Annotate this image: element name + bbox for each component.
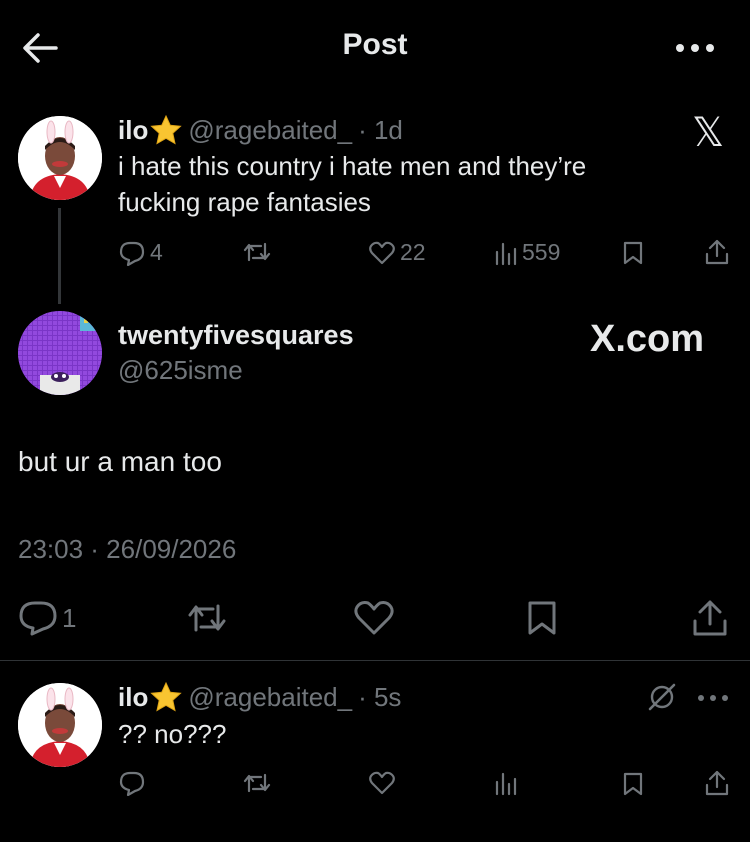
parent-tweet-header: ilo @ragebaited_ · 1d (118, 113, 403, 147)
bookmark-icon (528, 601, 556, 635)
main-tweet-text: but ur a man too (18, 446, 222, 477)
x-com-watermark: X.com (590, 318, 705, 360)
avatar-image (18, 116, 102, 200)
like-button[interactable] (353, 600, 395, 641)
more-options-button[interactable] (673, 40, 717, 56)
views-button[interactable] (494, 770, 518, 801)
display-name[interactable]: ilo (118, 115, 148, 146)
star-icon (150, 682, 183, 712)
reply-icon (119, 771, 145, 797)
divider (0, 660, 750, 661)
retweet-button[interactable] (242, 771, 272, 800)
reply-button[interactable]: 1 (18, 600, 76, 636)
bookmark-icon (623, 241, 643, 265)
thread-connector-line (58, 208, 61, 304)
grok-icon (648, 683, 676, 711)
like-count: 22 (400, 239, 426, 265)
like-button[interactable] (368, 770, 396, 801)
bookmark-button[interactable] (622, 240, 644, 271)
retweet-icon (243, 773, 271, 793)
reply-more-button[interactable] (696, 691, 730, 709)
share-button[interactable] (691, 598, 729, 643)
like-button[interactable]: 22 (368, 239, 426, 266)
share-icon (705, 239, 729, 265)
avatar[interactable] (18, 116, 102, 200)
more-dots-icon (698, 695, 728, 701)
share-icon (693, 600, 727, 636)
reply-icon (19, 601, 57, 636)
avatar-image (18, 683, 102, 767)
heart-icon (354, 601, 394, 635)
tweet-time[interactable]: · 5s (358, 682, 401, 713)
page-title: Post (342, 28, 408, 61)
views-icon (495, 242, 517, 265)
share-button[interactable] (704, 238, 730, 271)
more-dots-icon (676, 44, 714, 52)
share-icon (705, 770, 729, 796)
avatar[interactable] (18, 683, 102, 767)
star-icon (150, 115, 183, 145)
grok-button[interactable] (646, 682, 678, 717)
tweet-text-line: i hate this country i hate men and they’… (118, 151, 587, 181)
retweet-button[interactable] (242, 240, 272, 264)
share-button[interactable] (704, 769, 730, 802)
views-icon (495, 772, 517, 796)
handle[interactable]: @ragebaited_ (188, 115, 352, 146)
display-name[interactable]: twentyfivesquares (118, 320, 354, 351)
avatar[interactable] (18, 311, 102, 395)
reply-button[interactable] (118, 770, 146, 801)
avatar-image (18, 311, 102, 395)
retweet-button[interactable] (185, 600, 229, 641)
reply-button[interactable]: 4 (118, 239, 163, 266)
bookmark-icon (623, 772, 643, 796)
tweet-text-line: fucking rape fantasies (118, 187, 371, 217)
reply-icon (119, 241, 145, 266)
parent-tweet-text: i hate this country i hate men and they’… (118, 148, 718, 220)
reply-count: 1 (62, 602, 77, 633)
display-name[interactable]: ilo (118, 682, 148, 713)
handle[interactable]: @625isme (118, 355, 243, 386)
retweet-icon (243, 242, 271, 262)
reply-tweet-header: ilo @ragebaited_ · 5s (118, 680, 401, 714)
bookmark-button[interactable] (525, 600, 559, 641)
bookmark-button[interactable] (622, 771, 644, 802)
retweet-icon (188, 604, 226, 632)
tweet-time[interactable]: · 1d (358, 115, 403, 146)
tweet-timestamp[interactable]: 23:03 · 26/09/2026 (18, 534, 236, 565)
handle[interactable]: @ragebaited_ (188, 682, 352, 713)
views-count: 559 (522, 239, 561, 265)
views-button[interactable]: 559 (494, 239, 560, 266)
heart-icon (369, 241, 395, 264)
reply-count: 4 (150, 239, 163, 265)
heart-icon (369, 771, 395, 795)
reply-tweet-text: ?? no??? (118, 719, 227, 749)
